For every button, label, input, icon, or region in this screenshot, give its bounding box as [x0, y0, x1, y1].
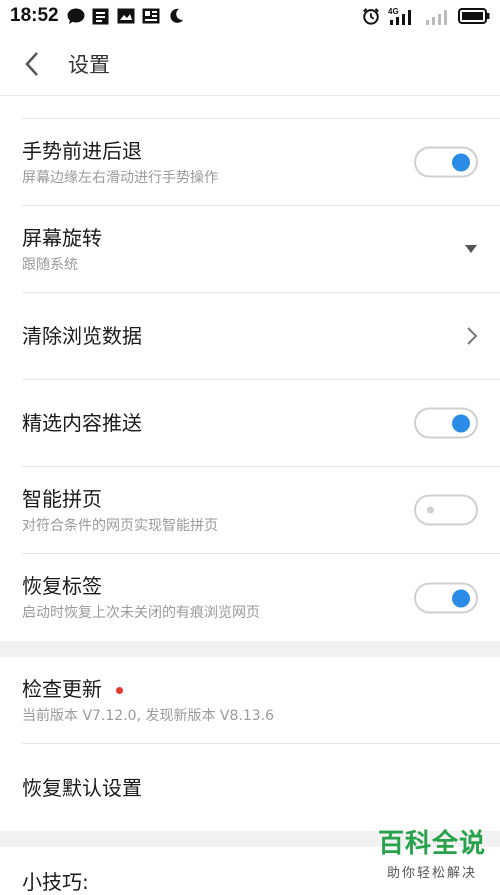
- setting-title: 恢复默认设置: [22, 775, 142, 800]
- setting-restore-tabs[interactable]: 恢复标签 启动时恢复上次未关闭的有痕浏览网页: [22, 554, 500, 641]
- setting-subtitle: 对符合条件的网页实现智能拼页: [22, 517, 218, 534]
- setting-smart-page-merge[interactable]: 智能拼页 对符合条件的网页实现智能拼页: [22, 467, 500, 554]
- chat-bubble-icon: [67, 7, 85, 25]
- news-icon: [142, 7, 160, 25]
- moon-icon: [167, 7, 185, 25]
- signal-empty-icon: [424, 7, 450, 25]
- gesture-navigation-toggle[interactable]: [414, 146, 478, 178]
- toggle-knob: [452, 414, 470, 433]
- section-divider: [0, 641, 500, 657]
- chevron-left-icon: [25, 51, 38, 76]
- setting-screen-rotation[interactable]: 屏幕旋转 跟随系统: [22, 206, 500, 293]
- setting-title: 恢复标签: [22, 574, 102, 598]
- image-mail-icon: [117, 7, 135, 25]
- setting-restore-defaults[interactable]: 恢复默认设置: [22, 744, 500, 831]
- setting-subtitle: 当前版本 V7.12.0, 发现新版本 V8.13.6: [22, 707, 275, 724]
- list-document-icon: [92, 7, 110, 25]
- setting-title: 智能拼页: [22, 486, 102, 511]
- dropdown-triangle-icon[interactable]: [464, 244, 478, 254]
- battery-icon: [458, 7, 490, 25]
- setting-gesture-navigation[interactable]: 手势前进后退 屏幕边缘左右滑动进行手势操作: [22, 119, 500, 206]
- toggle-knob: [452, 589, 470, 607]
- setting-title: 手势前进后退: [22, 138, 142, 163]
- alarm-clock-icon: [362, 7, 380, 25]
- setting-subtitle: 启动时恢复上次未关闭的有痕浏览网页: [22, 605, 260, 621]
- setting-title: 检查更新: [22, 676, 102, 701]
- toggle-knob: [452, 153, 470, 172]
- setting-clear-browsing-data[interactable]: 清除浏览数据: [22, 293, 500, 380]
- watermark-logo: 百科全说 助你轻松解决: [378, 823, 486, 881]
- setting-title: 屏幕旋转: [22, 225, 102, 250]
- status-bar: 18:52 4G: [0, 0, 500, 32]
- settings-list-2: 检查更新 当前版本 V7.12.0, 发现新版本 V8.13.6 恢复默认设置: [0, 657, 500, 831]
- toggle-knob: [427, 506, 434, 514]
- watermark-title: 百科全说: [377, 829, 486, 859]
- settings-list: 手势前进后退 屏幕边缘左右滑动进行手势操作 屏幕旋转 跟随系统 清除浏览数据 精…: [0, 119, 500, 641]
- header: 设置: [0, 32, 500, 96]
- signal-4g-icon: 4G: [388, 7, 416, 25]
- update-badge-dot: [116, 686, 123, 694]
- top-divider: [22, 96, 500, 119]
- network-type-label: 4G: [388, 7, 399, 16]
- setting-subtitle: 屏幕边缘左右滑动进行手势操作: [22, 169, 218, 186]
- setting-title: 精选内容推送: [22, 411, 142, 435]
- status-time: 18:52: [10, 5, 59, 26]
- page-title: 设置: [68, 52, 110, 77]
- setting-title: 清除浏览数据: [22, 324, 142, 348]
- tips-label: 小技巧:: [22, 870, 89, 894]
- chevron-right-icon: [467, 327, 478, 345]
- setting-subtitle: 跟随系统: [22, 256, 78, 273]
- smart-page-merge-toggle[interactable]: [414, 494, 478, 526]
- setting-check-update[interactable]: 检查更新 当前版本 V7.12.0, 发现新版本 V8.13.6: [22, 657, 500, 744]
- restore-tabs-toggle[interactable]: [414, 582, 478, 613]
- back-button[interactable]: [0, 32, 64, 96]
- watermark-slogan: 助你轻松解决: [386, 866, 477, 881]
- setting-featured-push[interactable]: 精选内容推送: [22, 380, 500, 467]
- featured-push-toggle[interactable]: [414, 407, 478, 439]
